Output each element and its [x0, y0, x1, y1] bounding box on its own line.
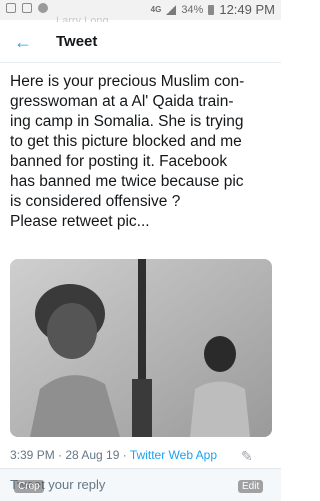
- crop-button[interactable]: Crop: [14, 480, 44, 493]
- status-right: 4G 34% 12:49 PM: [151, 2, 275, 17]
- photo-illustration: [10, 259, 272, 437]
- tweet-text: Here is your precious Muslim con- gressw…: [10, 73, 245, 230]
- signal-icon: [166, 4, 177, 15]
- image-icon: [22, 3, 32, 13]
- notification-icons: [6, 3, 48, 13]
- edit-button[interactable]: Edit: [238, 480, 264, 493]
- settings-icon: [38, 3, 48, 13]
- tweet-timestamp: 3:39 PM · 28 Aug 19 ·: [10, 448, 130, 462]
- battery-icon: [208, 4, 215, 15]
- app-header: ← Tweet: [0, 22, 281, 63]
- arrow-left-icon[interactable]: ←: [14, 32, 32, 53]
- clock: 12:49 PM: [219, 2, 275, 17]
- gallery-icon: [6, 3, 16, 13]
- battery-percent: 34%: [181, 3, 204, 16]
- network-type: 4G: [150, 5, 162, 14]
- page-title: Tweet: [56, 33, 98, 50]
- tweet-photo[interactable]: [10, 259, 272, 437]
- tweet-meta: 3:39 PM · 28 Aug 19 · Twitter Web App: [10, 448, 217, 462]
- status-bar: 4G 34% 12:49 PM: [0, 0, 281, 20]
- tweet-source-link[interactable]: Twitter Web App: [130, 448, 217, 462]
- pencil-icon[interactable]: ✎: [241, 448, 253, 465]
